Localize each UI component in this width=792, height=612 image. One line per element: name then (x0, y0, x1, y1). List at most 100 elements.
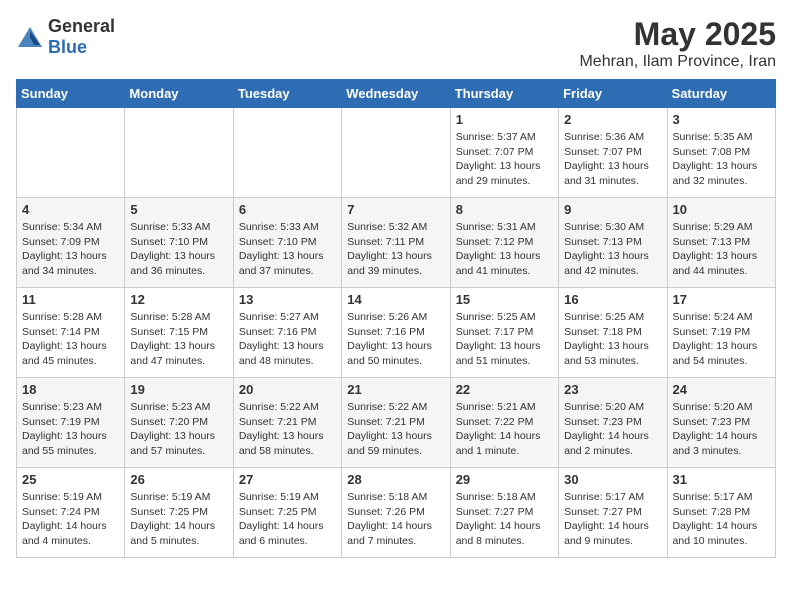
calendar-cell (342, 108, 450, 198)
day-info: Sunrise: 5:31 AM Sunset: 7:12 PM Dayligh… (456, 220, 553, 279)
calendar-cell: 2 Sunrise: 5:36 AM Sunset: 7:07 PM Daylig… (559, 108, 667, 198)
day-info: Sunrise: 5:22 AM Sunset: 7:21 PM Dayligh… (239, 400, 336, 459)
day-number: 29 (456, 472, 553, 487)
day-number: 6 (239, 202, 336, 217)
calendar-cell: 16Sunrise: 5:25 AM Sunset: 7:18 PM Dayli… (559, 288, 667, 378)
day-info: Sunrise: 5:36 AM Sunset: 7:07 PM Dayligh… (564, 130, 661, 189)
calendar-cell: 25 Sunrise: 5:19 AM Sunset: 7:24 PM Dayli… (17, 468, 125, 558)
day-number: 23 (564, 382, 661, 397)
calendar-cell: 30 Sunrise: 5:17 AM Sunset: 7:27 PM Dayli… (559, 468, 667, 558)
calendar-cell: 5 Sunrise: 5:33 AM Sunset: 7:10 PM Daylig… (125, 198, 233, 288)
day-info: Sunrise: 5:23 AM Sunset: 7:20 PM Dayligh… (130, 400, 227, 459)
main-title: May 2025 (579, 16, 776, 53)
day-info: Sunrise: 5:26 AM Sunset: 7:16 PM Dayligh… (347, 310, 444, 369)
weekday-header-thursday: Thursday (450, 80, 558, 108)
calendar-cell: 8 Sunrise: 5:31 AM Sunset: 7:12 PM Daylig… (450, 198, 558, 288)
calendar-week-row: 18 Sunrise: 5:23 AM Sunset: 7:19 PM Dayli… (17, 378, 776, 468)
day-number: 17 (673, 292, 770, 307)
day-info: Sunrise: 5:33 AM Sunset: 7:10 PM Dayligh… (130, 220, 227, 279)
weekday-header-monday: Monday (125, 80, 233, 108)
calendar-cell: 27 Sunrise: 5:19 AM Sunset: 7:25 PM Dayli… (233, 468, 341, 558)
calendar-cell: 21 Sunrise: 5:22 AM Sunset: 7:21 PM Dayli… (342, 378, 450, 468)
day-info: Sunrise: 5:28 AM Sunset: 7:14 PM Dayligh… (22, 310, 119, 369)
day-number: 27 (239, 472, 336, 487)
weekday-header-friday: Friday (559, 80, 667, 108)
day-number: 19 (130, 382, 227, 397)
day-number: 13 (239, 292, 336, 307)
day-info: Sunrise: 5:20 AM Sunset: 7:23 PM Dayligh… (564, 400, 661, 459)
logo-blue-text: Blue (48, 37, 87, 57)
day-info: Sunrise: 5:19 AM Sunset: 7:25 PM Dayligh… (130, 490, 227, 549)
day-number: 7 (347, 202, 444, 217)
day-info: Sunrise: 5:37 AM Sunset: 7:07 PM Dayligh… (456, 130, 553, 189)
calendar-table: SundayMondayTuesdayWednesdayThursdayFrid… (16, 79, 776, 558)
day-info: Sunrise: 5:18 AM Sunset: 7:27 PM Dayligh… (456, 490, 553, 549)
subtitle: Mehran, Ilam Province, Iran (579, 53, 776, 71)
weekday-header-sunday: Sunday (17, 80, 125, 108)
day-number: 2 (564, 112, 661, 127)
day-number: 4 (22, 202, 119, 217)
weekday-header-tuesday: Tuesday (233, 80, 341, 108)
day-number: 9 (564, 202, 661, 217)
calendar-cell: 10Sunrise: 5:29 AM Sunset: 7:13 PM Dayli… (667, 198, 775, 288)
day-info: Sunrise: 5:21 AM Sunset: 7:22 PM Dayligh… (456, 400, 553, 459)
day-info: Sunrise: 5:17 AM Sunset: 7:27 PM Dayligh… (564, 490, 661, 549)
day-info: Sunrise: 5:19 AM Sunset: 7:25 PM Dayligh… (239, 490, 336, 549)
day-info: Sunrise: 5:19 AM Sunset: 7:24 PM Dayligh… (22, 490, 119, 549)
day-number: 14 (347, 292, 444, 307)
day-info: Sunrise: 5:18 AM Sunset: 7:26 PM Dayligh… (347, 490, 444, 549)
day-number: 28 (347, 472, 444, 487)
day-number: 8 (456, 202, 553, 217)
calendar-cell: 28 Sunrise: 5:18 AM Sunset: 7:26 PM Dayli… (342, 468, 450, 558)
calendar-cell: 31 Sunrise: 5:17 AM Sunset: 7:28 PM Dayli… (667, 468, 775, 558)
calendar-week-row: 25 Sunrise: 5:19 AM Sunset: 7:24 PM Dayli… (17, 468, 776, 558)
calendar-week-row: 1 Sunrise: 5:37 AM Sunset: 7:07 PM Daylig… (17, 108, 776, 198)
day-info: Sunrise: 5:22 AM Sunset: 7:21 PM Dayligh… (347, 400, 444, 459)
calendar-cell: 11 Sunrise: 5:28 AM Sunset: 7:14 PM Dayli… (17, 288, 125, 378)
day-info: Sunrise: 5:28 AM Sunset: 7:15 PM Dayligh… (130, 310, 227, 369)
day-info: Sunrise: 5:20 AM Sunset: 7:23 PM Dayligh… (673, 400, 770, 459)
day-info: Sunrise: 5:23 AM Sunset: 7:19 PM Dayligh… (22, 400, 119, 459)
calendar-cell: 26 Sunrise: 5:19 AM Sunset: 7:25 PM Dayli… (125, 468, 233, 558)
day-info: Sunrise: 5:35 AM Sunset: 7:08 PM Dayligh… (673, 130, 770, 189)
calendar-cell (233, 108, 341, 198)
day-info: Sunrise: 5:30 AM Sunset: 7:13 PM Dayligh… (564, 220, 661, 279)
day-number: 30 (564, 472, 661, 487)
day-info: Sunrise: 5:27 AM Sunset: 7:16 PM Dayligh… (239, 310, 336, 369)
day-number: 10 (673, 202, 770, 217)
day-number: 25 (22, 472, 119, 487)
day-number: 26 (130, 472, 227, 487)
calendar-cell: 20Sunrise: 5:22 AM Sunset: 7:21 PM Dayli… (233, 378, 341, 468)
day-number: 16 (564, 292, 661, 307)
day-info: Sunrise: 5:34 AM Sunset: 7:09 PM Dayligh… (22, 220, 119, 279)
day-info: Sunrise: 5:33 AM Sunset: 7:10 PM Dayligh… (239, 220, 336, 279)
calendar-cell: 18 Sunrise: 5:23 AM Sunset: 7:19 PM Dayli… (17, 378, 125, 468)
logo-general-text: General (48, 16, 115, 36)
calendar-cell: 15Sunrise: 5:25 AM Sunset: 7:17 PM Dayli… (450, 288, 558, 378)
day-number: 12 (130, 292, 227, 307)
calendar-cell (17, 108, 125, 198)
calendar-cell: 14 Sunrise: 5:26 AM Sunset: 7:16 PM Dayli… (342, 288, 450, 378)
day-info: Sunrise: 5:32 AM Sunset: 7:11 PM Dayligh… (347, 220, 444, 279)
logo-icon (16, 23, 44, 51)
day-number: 21 (347, 382, 444, 397)
day-number: 3 (673, 112, 770, 127)
calendar-cell (125, 108, 233, 198)
calendar-cell: 23 Sunrise: 5:20 AM Sunset: 7:23 PM Dayli… (559, 378, 667, 468)
day-number: 31 (673, 472, 770, 487)
day-number: 18 (22, 382, 119, 397)
day-number: 5 (130, 202, 227, 217)
title-area: May 2025 Mehran, Ilam Province, Iran (579, 16, 776, 71)
day-number: 1 (456, 112, 553, 127)
calendar-cell: 12 Sunrise: 5:28 AM Sunset: 7:15 PM Dayli… (125, 288, 233, 378)
calendar-cell: 1 Sunrise: 5:37 AM Sunset: 7:07 PM Daylig… (450, 108, 558, 198)
day-info: Sunrise: 5:17 AM Sunset: 7:28 PM Dayligh… (673, 490, 770, 549)
calendar-cell: 29 Sunrise: 5:18 AM Sunset: 7:27 PM Dayli… (450, 468, 558, 558)
calendar-week-row: 11 Sunrise: 5:28 AM Sunset: 7:14 PM Dayli… (17, 288, 776, 378)
calendar-cell: 24 Sunrise: 5:20 AM Sunset: 7:23 PM Dayli… (667, 378, 775, 468)
day-number: 24 (673, 382, 770, 397)
calendar-week-row: 4 Sunrise: 5:34 AM Sunset: 7:09 PM Daylig… (17, 198, 776, 288)
calendar-cell: 4 Sunrise: 5:34 AM Sunset: 7:09 PM Daylig… (17, 198, 125, 288)
day-number: 11 (22, 292, 119, 307)
calendar-cell: 3 Sunrise: 5:35 AM Sunset: 7:08 PM Daylig… (667, 108, 775, 198)
